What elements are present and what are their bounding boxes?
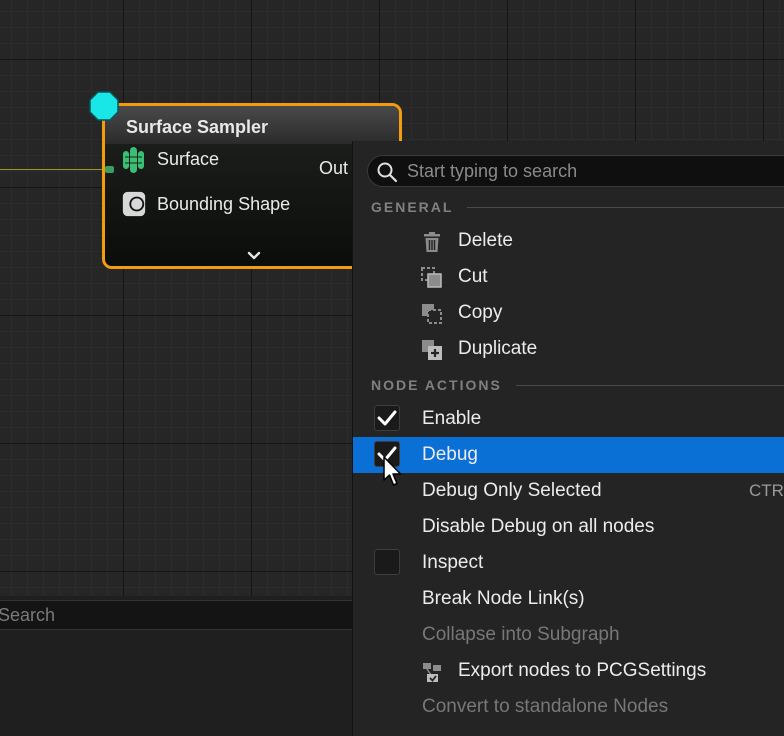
- menu-item-cut[interactable]: Cut: [353, 259, 784, 295]
- node-title: Surface Sampler: [126, 117, 269, 137]
- menu-item-label: Collapse into Subgraph: [422, 624, 620, 645]
- section-node-actions: NODE ACTIONS: [371, 375, 784, 395]
- pin-label-surface: Surface: [157, 148, 220, 169]
- context-menu: Start typing to search GENERAL Delete Cu…: [352, 141, 784, 736]
- section-label-general: GENERAL: [371, 199, 454, 215]
- output-pin-label[interactable]: Out: [319, 158, 348, 179]
- menu-item-label: Inspect: [422, 552, 484, 573]
- shortcut-label: CTRL: [749, 481, 784, 500]
- menu-item-label: Duplicate: [458, 338, 538, 359]
- menu-item-label: Copy: [458, 302, 503, 323]
- menu-search-placeholder: Start typing to search: [407, 161, 578, 181]
- copy-icon: [422, 304, 442, 324]
- pin-row-bounding-shape[interactable]: Bounding Shape: [105, 189, 290, 219]
- pin-row-surface[interactable]: Surface: [105, 144, 219, 174]
- menu-item-label: Delete: [458, 230, 513, 251]
- palette-search-placeholder: Search: [0, 605, 56, 625]
- menu-item-label: Enable: [422, 408, 482, 429]
- cut-icon: [421, 267, 442, 288]
- menu-item-convert-standalone: Convert to standalone Nodes: [353, 689, 784, 725]
- section-divider: [515, 384, 784, 386]
- surface-input-pin[interactable]: [105, 166, 114, 173]
- menu-search-input[interactable]: Start typing to search: [367, 155, 784, 187]
- menu-item-delete[interactable]: Delete: [353, 223, 784, 259]
- pin-label-bounding-shape: Bounding Shape: [157, 193, 291, 214]
- checkmark-icon: [377, 410, 397, 426]
- menu-item-enable[interactable]: Enable: [353, 401, 784, 437]
- menu-item-copy[interactable]: Copy: [353, 295, 784, 331]
- input-wire: [0, 169, 112, 170]
- menu-item-duplicate[interactable]: Duplicate: [353, 331, 784, 367]
- mouse-cursor-icon: [383, 456, 402, 486]
- chevron-down-icon[interactable]: [247, 249, 261, 263]
- menu-item-collapse-subgraph: Collapse into Subgraph: [353, 617, 784, 653]
- section-divider: [467, 206, 784, 208]
- menu-item-label: Convert to standalone Nodes: [422, 696, 669, 717]
- menu-item-export-nodes[interactable]: Export nodes to PCGSettings: [353, 653, 784, 689]
- menu-item-label: Cut: [458, 266, 488, 287]
- exec-pin-icon[interactable]: [89, 91, 119, 121]
- menu-item-label: Disable Debug on all nodes: [422, 516, 655, 537]
- duplicate-icon: [422, 340, 442, 360]
- menu-item-label: Debug Only Selected: [422, 480, 602, 501]
- section-label-node-actions: NODE ACTIONS: [371, 377, 502, 393]
- enable-checkbox[interactable]: [374, 405, 400, 431]
- menu-item-debug[interactable]: Debug: [353, 437, 784, 473]
- menu-item-label: Export nodes to PCGSettings: [458, 660, 707, 681]
- trash-icon: [424, 232, 440, 252]
- palette-search-field[interactable]: Search: [0, 600, 352, 630]
- menu-item-break-node-links[interactable]: Break Node Link(s): [353, 581, 784, 617]
- menu-item-label: Debug: [422, 444, 478, 465]
- menu-item-debug-only-selected[interactable]: Debug Only Selected CTRL: [353, 473, 784, 509]
- menu-item-disable-debug-all[interactable]: Disable Debug on all nodes: [353, 509, 784, 545]
- search-icon: [377, 162, 398, 183]
- export-icon: [423, 663, 441, 682]
- inspect-checkbox[interactable]: [374, 549, 400, 575]
- surface-pin-icon[interactable]: [121, 145, 147, 173]
- section-general: GENERAL: [371, 197, 784, 217]
- bounding-shape-pin-icon[interactable]: [121, 190, 147, 218]
- menu-item-inspect[interactable]: Inspect: [353, 545, 784, 581]
- menu-item-label: Break Node Link(s): [422, 588, 585, 609]
